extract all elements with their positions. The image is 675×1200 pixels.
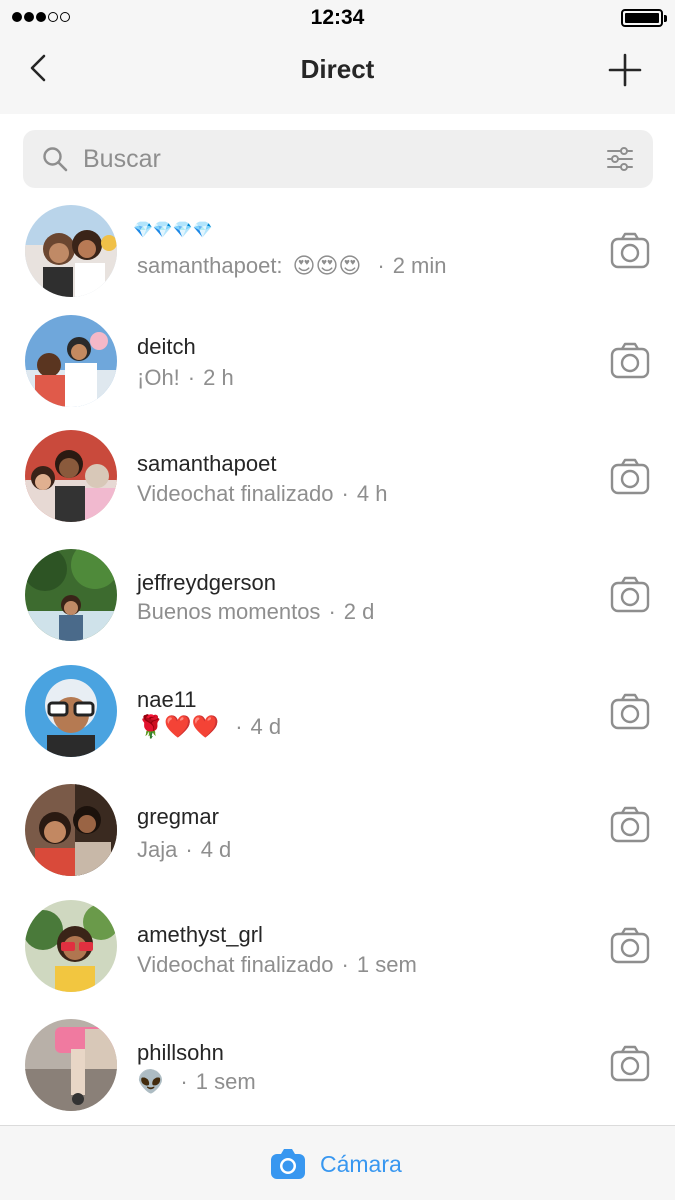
preview-emoji: 😍😍😍	[292, 253, 362, 278]
conversation-preview: 🌹❤️❤️ · 4 d	[137, 714, 281, 740]
avatar	[25, 315, 117, 407]
avatar	[25, 1019, 117, 1111]
preview-emoji: 🌹❤️❤️	[137, 714, 220, 739]
conversation-row[interactable]: 💎💎💎💎 samanthapoet: 😍😍😍 · 2 min	[0, 195, 675, 307]
bottom-bar: Cámara	[0, 1125, 675, 1200]
camera-filled-icon	[271, 1149, 305, 1179]
conversation-name: deitch	[137, 334, 196, 359]
conversation-row[interactable]: phillsohn 👽 · 1 sem	[0, 1010, 675, 1122]
preview-text: Videochat finalizado	[137, 952, 334, 977]
preview-text: ¡Oh!	[137, 365, 180, 390]
page-title: Direct	[300, 54, 375, 84]
camera-icon[interactable]	[609, 804, 651, 846]
separator-dot: ·	[185, 837, 193, 862]
avatar	[25, 549, 117, 641]
conversation-preview: 👽 · 1 sem	[137, 1069, 256, 1095]
filter-sliders-icon[interactable]	[605, 144, 635, 174]
status-bar: 12:34	[0, 0, 675, 36]
conversation-preview: Videochat finalizado · 1 sem	[137, 952, 417, 978]
camera-icon[interactable]	[609, 456, 651, 498]
navigation-header: Direct	[0, 36, 675, 114]
conversation-name: amethyst_grl	[137, 922, 263, 947]
status-time: 12:34	[310, 6, 365, 29]
conversation-preview: ¡Oh! · 2 h	[137, 365, 234, 391]
avatar	[25, 900, 117, 992]
conversation-time: 1 sem	[356, 952, 417, 977]
conversation-preview: Videochat finalizado · 4 h	[137, 481, 387, 507]
conversation-title-emoji: 💎💎💎💎	[133, 222, 213, 239]
battery-icon	[621, 9, 667, 27]
back-button[interactable]	[22, 50, 58, 86]
conversation-name: samanthapoet	[137, 451, 277, 476]
separator-dot: ·	[341, 481, 349, 506]
conversation-row[interactable]: jeffreydgerson Buenos momentos · 2 d	[0, 540, 675, 652]
preview-text: Videochat finalizado	[137, 481, 334, 506]
conversation-preview: Buenos momentos · 2 d	[137, 599, 374, 625]
camera-tab-label: Cámara	[320, 1150, 402, 1177]
new-message-button[interactable]	[605, 50, 645, 90]
conversation-time: 4 d	[250, 714, 282, 739]
search-icon	[43, 147, 68, 172]
separator-dot: ·	[341, 952, 349, 977]
preview-emoji: 👽	[137, 1069, 165, 1094]
conversation-row[interactable]: nae11 🌹❤️❤️ · 4 d	[0, 657, 675, 769]
conversation-row[interactable]: samanthapoet Videochat finalizado · 4 h	[0, 423, 675, 535]
conversation-name: phillsohn	[137, 1040, 224, 1065]
camera-icon[interactable]	[609, 925, 651, 967]
preview-sender: samanthapoet:	[137, 253, 283, 278]
plus-icon	[608, 53, 642, 87]
search-bar	[23, 130, 653, 188]
conversation-name: jeffreydgerson	[137, 570, 277, 595]
camera-icon[interactable]	[609, 230, 651, 272]
conversation-preview: Jaja · 4 d	[137, 837, 231, 863]
avatar	[25, 430, 117, 522]
camera-icon[interactable]	[609, 340, 651, 382]
conversation-preview: samanthapoet: 😍😍😍 · 2 min	[137, 253, 446, 279]
conversation-time: 2 h	[203, 365, 234, 390]
camera-icon[interactable]	[609, 1043, 651, 1085]
preview-text: Buenos momentos	[137, 599, 321, 624]
conversation-name: nae11	[137, 687, 197, 712]
camera-tab-button[interactable]: Cámara	[270, 1144, 402, 1184]
separator-dot: ·	[235, 714, 243, 739]
chevron-left-icon	[30, 54, 46, 82]
separator-dot: ·	[377, 253, 385, 278]
avatar	[25, 784, 117, 876]
avatar	[25, 665, 117, 757]
separator-dot: ·	[187, 365, 196, 390]
conversation-time: 4 d	[200, 837, 232, 862]
conversation-time: 4 h	[356, 481, 388, 506]
search-input[interactable]	[83, 138, 583, 180]
conversation-row[interactable]: gregmar Jaja · 4 d	[0, 775, 675, 887]
separator-dot: ·	[328, 599, 336, 624]
camera-icon[interactable]	[609, 691, 651, 733]
conversation-time: 2 d	[343, 599, 375, 624]
conversation-time: 2 min	[392, 253, 447, 278]
separator-dot: ·	[180, 1069, 188, 1094]
conversation-row[interactable]: deitch ¡Oh! · 2 h	[0, 307, 675, 419]
preview-text: Jaja	[137, 837, 178, 862]
camera-icon[interactable]	[609, 574, 651, 616]
conversation-name: gregmar	[137, 804, 219, 829]
conversation-time: 1 sem	[195, 1069, 256, 1094]
conversation-row[interactable]: amethyst_grl Videochat finalizado · 1 se…	[0, 892, 675, 1004]
avatar	[25, 205, 117, 297]
